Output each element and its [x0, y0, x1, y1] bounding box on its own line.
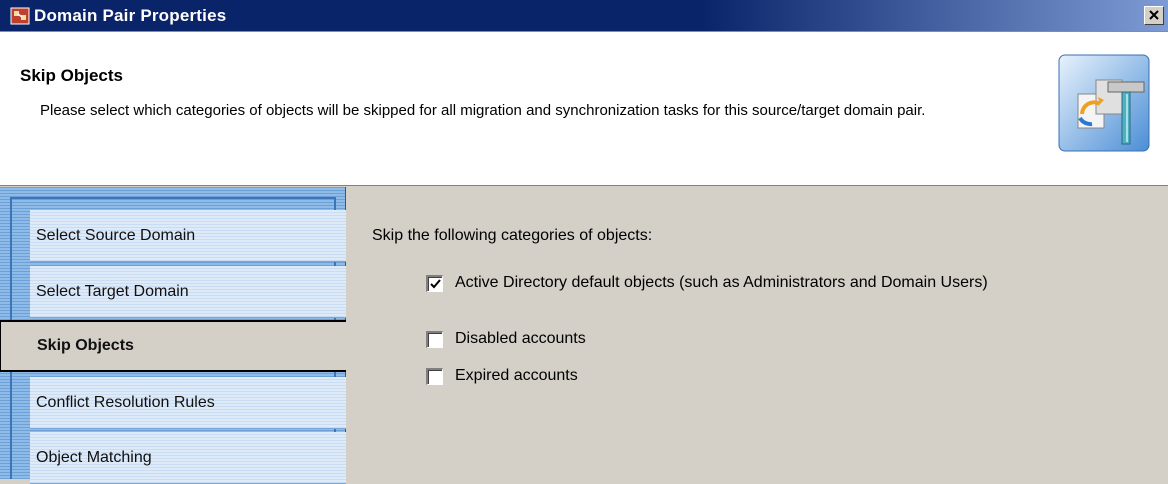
- checkmark-icon: [429, 278, 441, 288]
- close-icon: [1149, 7, 1159, 25]
- window-title: Domain Pair Properties: [34, 6, 227, 25]
- page-description: Please select which categories of object…: [40, 102, 926, 119]
- sidebar-item-object-matching[interactable]: Object Matching: [30, 432, 346, 484]
- ad-default-objects-checkbox[interactable]: [426, 275, 443, 292]
- title-bar: Domain Pair Properties: [0, 0, 1168, 32]
- domain-tools-icon: [1058, 54, 1150, 152]
- disabled-accounts-label[interactable]: Disabled accounts: [455, 330, 995, 348]
- expired-accounts-label[interactable]: Expired accounts: [455, 367, 995, 385]
- ad-default-objects-label[interactable]: Active Directory default objects (such a…: [455, 274, 995, 292]
- skip-categories-label: Skip the following categories of objects…: [372, 227, 653, 244]
- sidebar-item-select-source-domain[interactable]: Select Source Domain: [30, 210, 346, 262]
- close-button[interactable]: [1144, 6, 1164, 25]
- page-title: Skip Objects: [20, 66, 123, 85]
- disabled-accounts-checkbox[interactable]: [426, 331, 443, 348]
- main-panel: Skip the following categories of objects…: [346, 187, 1168, 479]
- domain-pair-icon: [10, 6, 30, 26]
- expired-accounts-checkbox[interactable]: [426, 368, 443, 385]
- wizard-header: Skip Objects Please select which categor…: [0, 32, 1168, 186]
- option-ad-default-objects[interactable]: Active Directory default objects (such a…: [426, 274, 995, 292]
- sidebar: Select Source Domain Select Target Domai…: [0, 187, 346, 484]
- sidebar-item-select-target-domain[interactable]: Select Target Domain: [30, 266, 346, 318]
- option-expired-accounts[interactable]: Expired accounts: [426, 367, 995, 385]
- content-area: Select Source Domain Select Target Domai…: [0, 187, 1168, 484]
- option-disabled-accounts[interactable]: Disabled accounts: [426, 330, 995, 348]
- sidebar-item-skip-objects[interactable]: Skip Objects: [0, 320, 346, 372]
- sidebar-item-conflict-resolution-rules[interactable]: Conflict Resolution Rules: [30, 377, 346, 429]
